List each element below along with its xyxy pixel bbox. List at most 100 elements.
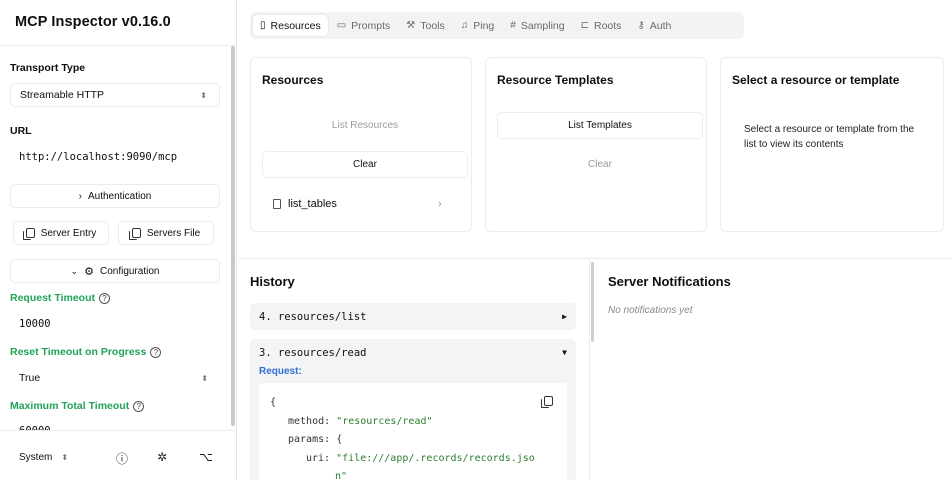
collapse-icon: ▼ [562,348,567,357]
url-input[interactable]: http://localhost:9090/mcp [10,145,220,169]
resource-templates-card: Resource Templates List Templates Clear [485,57,707,232]
tab-label: Tools [420,19,445,32]
tab-label: Ping [473,19,495,32]
tab-label: Roots [594,19,622,32]
sidebar-footer: System ⬍ ⓘ ✲ ⌥ [0,430,236,480]
history-entry-label: 3. resources/read [259,346,367,359]
tab-resources[interactable]: ▯ Resources [253,15,328,36]
theme-select[interactable]: System ⬍ [10,445,84,469]
request-timeout-value: 10000 [19,318,51,330]
transport-type-select[interactable]: Streamable HTTP ⬍ [10,83,220,107]
reset-timeout-select[interactable]: True ⬍ [10,366,220,390]
code-line: n" [335,471,348,480]
history-entry-expanded[interactable]: 3. resources/read ▼ Request: { method: "… [250,339,576,480]
copy-icon [128,228,141,240]
chevron-right-icon: › [78,190,82,202]
chevron-right-icon: › [438,198,442,210]
code-key: method: [288,415,331,427]
code-key: uri: [306,452,331,464]
resource-detail-body: Select a resource or template from the l… [744,124,915,150]
chevrons-up-down-icon: ⬍ [200,90,207,100]
url-value: http://localhost:9090/mcp [19,151,178,163]
panel-divider[interactable] [589,259,590,480]
expand-icon: ▶ [562,312,567,321]
resource-detail-card: Select a resource or template Select a r… [720,57,944,232]
transport-type-label: Transport Type [10,62,86,74]
bell-icon: ♫ [460,20,469,31]
transport-type-value: Streamable HTTP [20,89,105,101]
list-templates-button[interactable]: List Templates [497,112,703,139]
panel-divider[interactable] [238,258,952,259]
sidebar-scrollbar[interactable] [231,46,235,426]
theme-value: System [19,451,53,463]
resource-detail-title: Select a resource or template [732,73,900,87]
reset-timeout-label: Reset Timeout on Progress ? [10,346,162,358]
request-timeout-input[interactable]: 10000 [10,312,220,336]
tab-ping[interactable]: ♫ Ping [454,15,502,36]
clear-resources-button[interactable]: Clear [262,151,468,178]
folder-tree-icon: ⊏ [580,20,589,31]
key-icon: ⚷ [637,20,645,31]
resource-item[interactable]: list_tables [273,198,337,210]
reset-timeout-text: Reset Timeout on Progress [10,346,147,358]
request-timeout-label: Request Timeout ? [10,292,110,304]
bug-icon[interactable]: ✲ [157,450,167,464]
list-resources-button[interactable]: List Resources [262,112,468,139]
server-entry-label: Server Entry [40,227,97,239]
tab-sampling[interactable]: # Sampling [503,15,571,36]
max-timeout-label: Maximum Total Timeout ? [10,400,145,412]
help-icon[interactable]: ? [150,346,162,358]
reset-timeout-value: True [19,372,41,384]
code-key: params: [288,434,331,445]
sidebar: MCP Inspector v0.16.0 Transport Type Str… [0,0,237,480]
configuration-toggle[interactable]: ⌄ ⚙ Configuration [10,259,220,283]
file-icon: ▯ [260,20,266,31]
servers-file-button[interactable]: Servers File [118,221,214,245]
gear-icon: ⚙ [84,265,94,278]
help-icon[interactable]: ? [133,400,145,412]
url-label: URL [10,125,32,137]
servers-file-label: Servers File [146,227,201,239]
divider [0,45,236,46]
code-string: "resources/read" [336,415,433,427]
tab-roots[interactable]: ⊏ Roots [574,15,629,36]
wrench-icon: ⚒ [406,20,416,31]
tab-auth[interactable]: ⚷ Auth [630,15,678,36]
clear-templates-button[interactable]: Clear [497,151,703,178]
file-text-icon [273,199,281,209]
history-entry[interactable]: 4. resources/list ▶ [250,303,576,330]
history-entry-label: 4. resources/list [259,310,367,323]
code-line: params: { [270,431,567,450]
tab-prompts[interactable]: ▭ Prompts [330,15,398,36]
request-label: Request: [259,366,302,377]
resource-templates-title: Resource Templates [497,73,614,87]
history-title: History [250,274,295,289]
code-string: "file:///app/.records/records.jso [336,452,535,464]
request-timeout-text: Request Timeout [10,292,95,304]
tab-label: Sampling [520,19,565,32]
request-code-block: { method: "resources/read" params: { uri… [259,383,567,480]
tab-label: Prompts [351,19,391,32]
message-icon: ▭ [336,20,347,31]
tab-label: Resources [270,19,321,32]
github-icon[interactable]: ⌥ [199,450,213,464]
server-entry-button[interactable]: Server Entry [13,221,109,245]
copy-icon[interactable] [541,396,553,408]
chevron-down-icon: ⌄ [70,265,79,276]
code-line: uri: "file:///app/.records/records.jso [270,450,567,469]
chevrons-up-down-icon: ⬍ [61,452,69,462]
chevrons-up-down-icon: ⬍ [201,373,208,383]
max-timeout-text: Maximum Total Timeout [10,400,130,412]
configuration-label: Configuration [99,265,160,277]
help-circle-icon[interactable]: ⓘ [116,450,128,467]
copy-icon [22,228,35,240]
code-line: { [270,397,277,408]
tab-tools[interactable]: ⚒ Tools [399,15,451,36]
hash-icon: # [510,20,516,31]
authentication-toggle[interactable]: › Authentication [10,184,220,208]
help-icon[interactable]: ? [98,292,110,304]
code-line: method: "resources/read" [270,413,567,432]
server-notifications-title: Server Notifications [608,274,731,289]
resources-card: Resources List Resources Clear list_tabl… [250,57,472,232]
history-scrollbar[interactable] [591,262,594,342]
